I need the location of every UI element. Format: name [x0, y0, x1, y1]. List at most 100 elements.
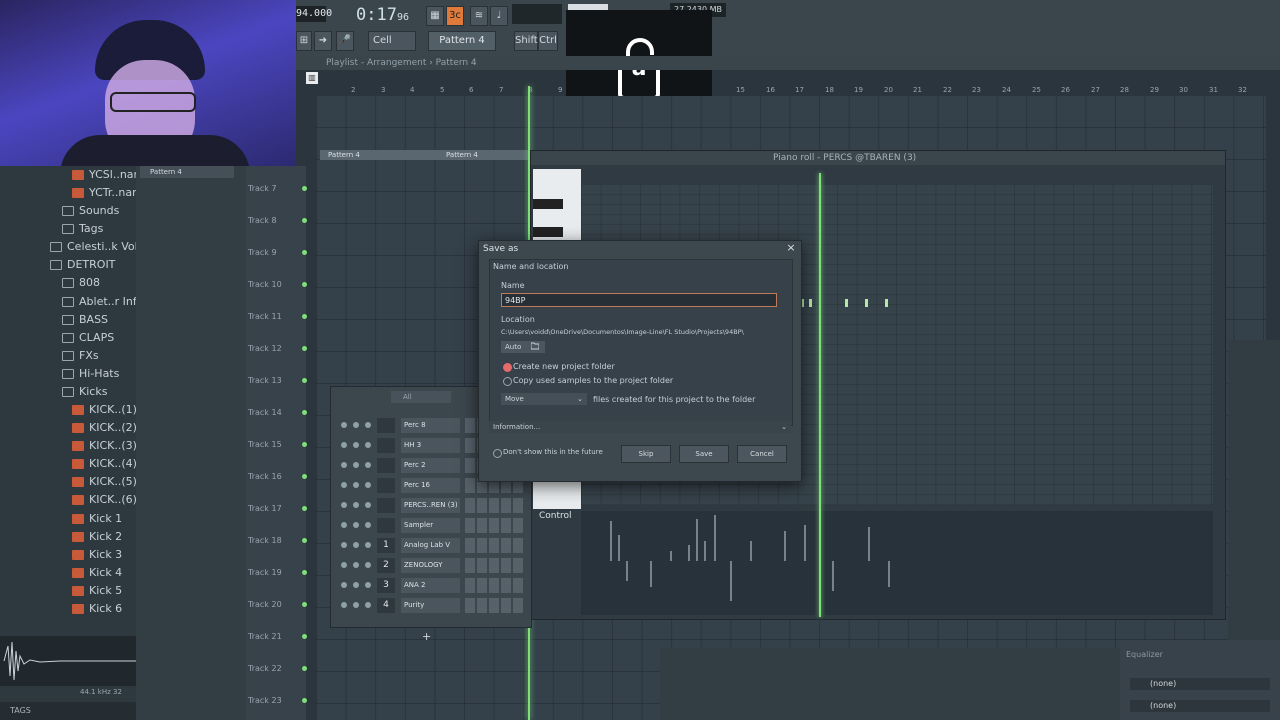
create-folder-radio[interactable] [503, 363, 512, 372]
mixer-track-number[interactable]: 2 [377, 558, 395, 573]
browser-item[interactable]: 808 [62, 274, 100, 292]
ctrl-button[interactable]: Ctrl [538, 31, 558, 51]
mixer-track-number[interactable] [377, 458, 395, 473]
track-name[interactable]: Track 16 [248, 472, 282, 481]
pan-knob[interactable] [353, 602, 359, 608]
pattern-clip[interactable]: Pattern 4 [320, 150, 438, 160]
channel-row[interactable]: 3 ANA 2 [335, 577, 527, 595]
insert-slot-2[interactable]: (none) [1130, 700, 1270, 712]
mixer-track-number[interactable]: 3 [377, 578, 395, 593]
cancel-button[interactable]: Cancel [737, 445, 787, 463]
track-mute-led[interactable] [302, 474, 307, 479]
track-name[interactable]: Track 14 [248, 408, 282, 417]
browser-item[interactable]: KICK..(5) [72, 473, 137, 491]
browser-item[interactable]: Tags [62, 220, 103, 238]
pan-knob[interactable] [353, 582, 359, 588]
channel-led[interactable] [341, 422, 347, 428]
copy-samples-radio[interactable] [503, 377, 512, 386]
browser-item[interactable]: FXs [62, 347, 99, 365]
track-mute-led[interactable] [302, 602, 307, 607]
browser-item[interactable]: Kick 4 [72, 564, 122, 582]
channel-name-button[interactable]: ANA 2 [401, 578, 460, 593]
track-mute-led[interactable] [302, 282, 307, 287]
track-name[interactable]: Track 7 [248, 184, 277, 193]
close-icon[interactable]: × [785, 242, 797, 254]
track-mute-led[interactable] [302, 634, 307, 639]
name-field[interactable]: 94BP [501, 293, 777, 307]
mixer-track-number[interactable] [377, 518, 395, 533]
browser-item[interactable]: KICK..(2) [72, 419, 137, 437]
track-mute-led[interactable] [302, 506, 307, 511]
track-mute-led[interactable] [302, 410, 307, 415]
pan-knob[interactable] [353, 542, 359, 548]
add-channel-button[interactable]: + [422, 630, 431, 643]
browser-item[interactable]: KICK..(6) [72, 491, 137, 509]
track-name[interactable]: Track 22 [248, 664, 282, 673]
track-name[interactable]: Track 15 [248, 440, 282, 449]
channel-name-button[interactable]: HH 3 [401, 438, 460, 453]
browser-item[interactable]: KICK..(4) [72, 455, 137, 473]
channel-row[interactable]: 2 ZENOLOGY [335, 557, 527, 575]
browser-pattern-item[interactable]: Pattern 4 [140, 166, 234, 178]
channel-name-button[interactable]: PERCS..REN (3) [401, 498, 460, 513]
shift-button[interactable]: Shift [514, 31, 538, 51]
track-name[interactable]: Track 20 [248, 600, 282, 609]
browser-item[interactable]: DETROIT [50, 256, 115, 274]
channel-filter[interactable]: All [391, 391, 451, 403]
channel-led[interactable] [341, 502, 347, 508]
browser-item[interactable]: KICK..(1) [72, 401, 137, 419]
pattern-clip[interactable]: Pattern 4 [438, 150, 536, 160]
browser-item[interactable]: YCSl..nare [72, 166, 145, 184]
volume-knob[interactable] [365, 482, 371, 488]
browser-item[interactable]: Kick 3 [72, 546, 122, 564]
step-buttons[interactable] [465, 538, 525, 553]
volume-knob[interactable] [365, 442, 371, 448]
metronome-icon[interactable]: ♩ [490, 6, 508, 26]
arrow-icon[interactable]: ➜ [314, 31, 332, 51]
track-mute-led[interactable] [302, 378, 307, 383]
track-name[interactable]: Track 21 [248, 632, 282, 641]
note[interactable] [885, 299, 888, 307]
browser-item[interactable]: Kick 5 [72, 582, 122, 600]
track-mute-led[interactable] [302, 538, 307, 543]
step-buttons[interactable] [465, 598, 525, 613]
volume-knob[interactable] [365, 542, 371, 548]
note[interactable] [845, 299, 848, 307]
channel-name-button[interactable]: Perc 16 [401, 478, 460, 493]
pan-knob[interactable] [353, 502, 359, 508]
piano-roll-playhead[interactable] [819, 173, 821, 617]
track-name[interactable]: Track 23 [248, 696, 282, 705]
mixer-track-number[interactable]: 4 [377, 598, 395, 613]
pan-knob[interactable] [353, 482, 359, 488]
control-label[interactable]: Control [539, 511, 572, 521]
browser-item[interactable]: Hi-Hats [62, 365, 119, 383]
track-mute-led[interactable] [302, 218, 307, 223]
channel-name-button[interactable]: Analog Lab V [401, 538, 460, 553]
track-mute-led[interactable] [302, 442, 307, 447]
channel-name-button[interactable]: Sampler [401, 518, 460, 533]
volume-knob[interactable] [365, 522, 371, 528]
pan-knob[interactable] [353, 442, 359, 448]
control-lane[interactable] [581, 511, 1213, 615]
note[interactable] [809, 299, 812, 307]
track-mute-led[interactable] [302, 250, 307, 255]
mixer-track-number[interactable] [377, 498, 395, 513]
location-path[interactable]: C:\Users\voidd\OneDrive\Documentos\Image… [501, 328, 744, 336]
browser-item[interactable]: Kick 1 [72, 510, 122, 528]
volume-knob[interactable] [365, 422, 371, 428]
black-key[interactable] [533, 227, 563, 237]
channel-row[interactable]: Sampler [335, 517, 527, 535]
channel-led[interactable] [341, 602, 347, 608]
track-mute-led[interactable] [302, 570, 307, 575]
black-key[interactable] [533, 199, 563, 209]
channel-name-button[interactable]: Purity [401, 598, 460, 613]
channel-name-button[interactable]: Perc 2 [401, 458, 460, 473]
browser-item[interactable]: KICK..(3) [72, 437, 137, 455]
folder-icon[interactable] [530, 342, 540, 350]
track-mute-led[interactable] [302, 698, 307, 703]
channel-led[interactable] [341, 462, 347, 468]
pattern-mode-icon[interactable]: 3c [446, 6, 464, 26]
piano-icon[interactable]: ▥ [306, 72, 318, 84]
wave-icon[interactable]: ≋ [470, 6, 488, 26]
tempo-display[interactable]: 94.000 [296, 6, 332, 22]
